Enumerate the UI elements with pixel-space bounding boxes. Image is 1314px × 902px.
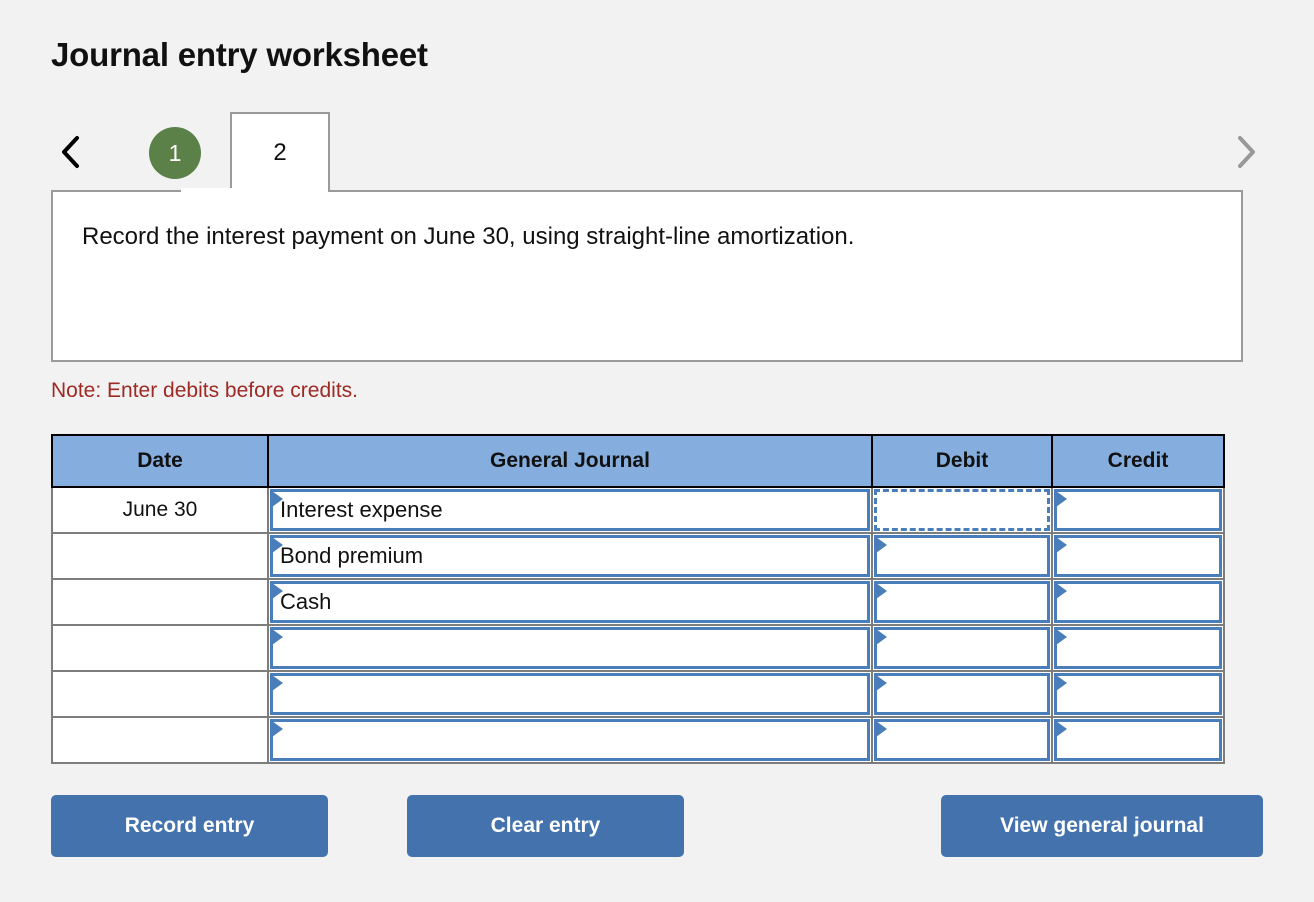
- table-row: Cash: [51, 578, 1225, 626]
- table-row: [51, 624, 1225, 672]
- active-tab-merge-mask: [181, 188, 277, 193]
- dropdown-arrow-icon: [272, 583, 283, 599]
- dropdown-arrow-icon: [876, 583, 887, 599]
- table-row: [51, 716, 1225, 764]
- account-dropdown[interactable]: [270, 627, 870, 669]
- date-cell[interactable]: [51, 578, 269, 626]
- account-dropdown-value: Interest expense: [280, 497, 443, 522]
- view-general-journal-button[interactable]: View general journal: [941, 795, 1263, 857]
- column-header-credit: Credit: [1051, 434, 1225, 488]
- account-dropdown-cell: [267, 624, 873, 672]
- table-row: Bond premium: [51, 532, 1225, 580]
- dropdown-arrow-icon: [876, 721, 887, 737]
- credit-input[interactable]: [1054, 627, 1222, 669]
- credit-input-cell: [1051, 670, 1225, 718]
- dropdown-arrow-icon: [876, 675, 887, 691]
- date-cell[interactable]: [51, 716, 269, 764]
- worksheet-tab-strip: 1 2: [51, 112, 1255, 192]
- debit-input-cell: [871, 532, 1053, 580]
- account-dropdown-cell: Cash: [267, 578, 873, 626]
- column-header-debit: Debit: [871, 434, 1053, 488]
- debit-input-cell: [871, 624, 1053, 672]
- credit-input[interactable]: [1054, 719, 1222, 761]
- column-header-date: Date: [51, 434, 269, 488]
- next-entry-button[interactable]: [1229, 130, 1263, 174]
- dropdown-arrow-icon: [1056, 721, 1067, 737]
- page-title: Journal entry worksheet: [51, 36, 428, 73]
- table-row: June 30 Interest expense: [51, 486, 1225, 534]
- credit-input-cell: [1051, 624, 1225, 672]
- credit-input-cell: [1051, 578, 1225, 626]
- dropdown-arrow-icon: [272, 491, 283, 507]
- debit-input[interactable]: [874, 719, 1050, 761]
- debit-input-cell: [871, 716, 1053, 764]
- account-dropdown-cell: Bond premium: [267, 532, 873, 580]
- debit-input[interactable]: [874, 627, 1050, 669]
- table-header-row: Date General Journal Debit Credit: [51, 434, 1225, 488]
- dropdown-arrow-icon: [272, 675, 283, 691]
- date-cell[interactable]: [51, 624, 269, 672]
- account-dropdown-cell: Interest expense: [267, 486, 873, 534]
- journal-entry-worksheet-page: Journal entry worksheet 1 2 Record the i…: [0, 0, 1314, 902]
- worksheet-tab-1[interactable]: 1: [149, 127, 201, 179]
- debits-before-credits-note: Note: Enter debits before credits.: [51, 379, 358, 402]
- prev-entry-button[interactable]: [53, 130, 87, 174]
- debit-input-cell: [871, 670, 1053, 718]
- dropdown-arrow-icon: [1056, 629, 1067, 645]
- dropdown-arrow-icon: [876, 537, 887, 553]
- dropdown-arrow-icon: [1056, 491, 1067, 507]
- instruction-text: Record the interest payment on June 30, …: [82, 223, 855, 250]
- credit-input-cell: [1051, 486, 1225, 534]
- dropdown-arrow-icon: [272, 537, 283, 553]
- account-dropdown[interactable]: Cash: [270, 581, 870, 623]
- date-cell[interactable]: June 30: [51, 486, 269, 534]
- credit-input[interactable]: [1054, 489, 1222, 531]
- debit-input[interactable]: [874, 581, 1050, 623]
- dropdown-arrow-icon: [272, 721, 283, 737]
- worksheet-tab-2[interactable]: 2: [230, 112, 330, 192]
- account-dropdown-cell: [267, 716, 873, 764]
- record-entry-button[interactable]: Record entry: [51, 795, 328, 857]
- table-row: [51, 670, 1225, 718]
- account-dropdown[interactable]: [270, 719, 870, 761]
- debit-input-cell: [871, 486, 1053, 534]
- credit-input[interactable]: [1054, 535, 1222, 577]
- dropdown-arrow-icon: [876, 629, 887, 645]
- dropdown-arrow-icon: [1056, 537, 1067, 553]
- debit-input-cell: [871, 578, 1053, 626]
- account-dropdown[interactable]: Interest expense: [270, 489, 870, 531]
- debit-input[interactable]: [874, 673, 1050, 715]
- credit-input[interactable]: [1054, 581, 1222, 623]
- account-dropdown-cell: [267, 670, 873, 718]
- account-dropdown[interactable]: Bond premium: [270, 535, 870, 577]
- dropdown-arrow-icon: [272, 629, 283, 645]
- journal-entry-table: Date General Journal Debit Credit June 3…: [51, 434, 1225, 764]
- date-cell[interactable]: [51, 532, 269, 580]
- account-dropdown[interactable]: [270, 673, 870, 715]
- debit-input[interactable]: [874, 489, 1050, 531]
- chevron-left-icon: [59, 135, 81, 169]
- worksheet-tab-2-label: 2: [273, 139, 287, 166]
- credit-input-cell: [1051, 716, 1225, 764]
- credit-input[interactable]: [1054, 673, 1222, 715]
- worksheet-tab-1-label: 1: [168, 139, 182, 166]
- instruction-panel: Record the interest payment on June 30, …: [51, 190, 1243, 362]
- date-cell[interactable]: [51, 670, 269, 718]
- account-dropdown-value: Bond premium: [280, 543, 424, 568]
- dropdown-arrow-icon: [1056, 583, 1067, 599]
- dropdown-arrow-icon: [1056, 675, 1067, 691]
- debit-input[interactable]: [874, 535, 1050, 577]
- chevron-right-icon: [1235, 135, 1257, 169]
- credit-input-cell: [1051, 532, 1225, 580]
- column-header-general-journal: General Journal: [267, 434, 873, 488]
- clear-entry-button[interactable]: Clear entry: [407, 795, 684, 857]
